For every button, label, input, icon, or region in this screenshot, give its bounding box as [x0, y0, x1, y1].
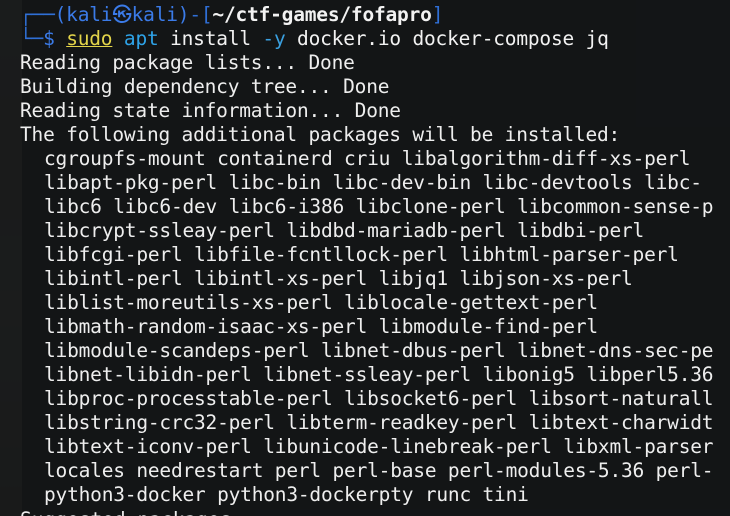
package-line: cgroupfs-mount containerd criu libalgori… [44, 147, 691, 170]
prompt-path: ~/ctf-games/fofapro [212, 3, 432, 26]
prompt-corner-bottom: └─ [20, 27, 44, 50]
output-line: Reading state information... Done [20, 99, 401, 122]
package-line: liblist-moreutils-xs-perl liblocale-gett… [44, 291, 598, 314]
prompt-user-host: (kali㉿kali) [54, 3, 190, 26]
output-line: The following additional packages will b… [20, 123, 621, 146]
prompt-close: ] [431, 3, 444, 26]
command-package-1: docker.io [297, 27, 401, 50]
prompt-corner-top: ┌── [20, 3, 55, 26]
package-line: python3-docker python3-dockerpty runc ti… [44, 483, 529, 506]
prompt-separator: -[ [189, 3, 213, 26]
package-line: libstring-crc32-perl libterm-readkey-per… [44, 411, 714, 434]
command-install: install [170, 27, 251, 50]
output-line: Reading package lists... Done [20, 51, 355, 74]
package-line: libmodule-scandeps-perl libnet-dbus-perl… [44, 339, 714, 362]
prompt-dollar: $ [43, 27, 55, 50]
package-line: libtext-iconv-perl libunicode-linebreak-… [44, 435, 714, 458]
command-line[interactable]: └─$ sudo apt install -y docker.io docker… [20, 27, 730, 51]
package-line: locales needrestart perl perl-base perl-… [44, 459, 714, 482]
package-line: libfcgi-perl libfile-fcntllock-perl libh… [44, 243, 679, 266]
command-sudo: sudo [66, 27, 113, 50]
terminal-output: ┌──(kali㉿kali)-[~/ctf-games/fofapro] └─$… [20, 3, 730, 507]
command-package-3: jq [585, 27, 609, 50]
prompt-line-top: ┌──(kali㉿kali)-[~/ctf-games/fofapro] [20, 3, 730, 27]
trailing-output-line: Suggested packages: [20, 508, 243, 516]
output-line: Building dependency tree... Done [20, 75, 390, 98]
package-line: libc6 libc6-dev libc6-i386 libclone-perl… [44, 195, 714, 218]
package-line: libcrypt-ssleay-perl libdbd-mariadb-perl… [44, 219, 645, 242]
package-line: libintl-perl libintl-xs-perl libjq1 libj… [44, 267, 633, 290]
command-flag: -y [262, 27, 286, 50]
package-line: libnet-libidn-perl libnet-ssleay-perl li… [44, 363, 714, 386]
terminal-window[interactable]: ┌──(kali㉿kali)-[~/ctf-games/fofapro] └─$… [0, 0, 730, 516]
command-package-2: docker-compose [412, 27, 575, 50]
package-line: libmath-random-isaac-xs-perl libmodule-f… [44, 315, 598, 338]
command-apt: apt [123, 27, 159, 50]
package-line: libproc-processtable-perl libsocket6-per… [44, 387, 714, 410]
package-line: libapt-pkg-perl libc-bin libc-dev-bin li… [44, 171, 702, 194]
